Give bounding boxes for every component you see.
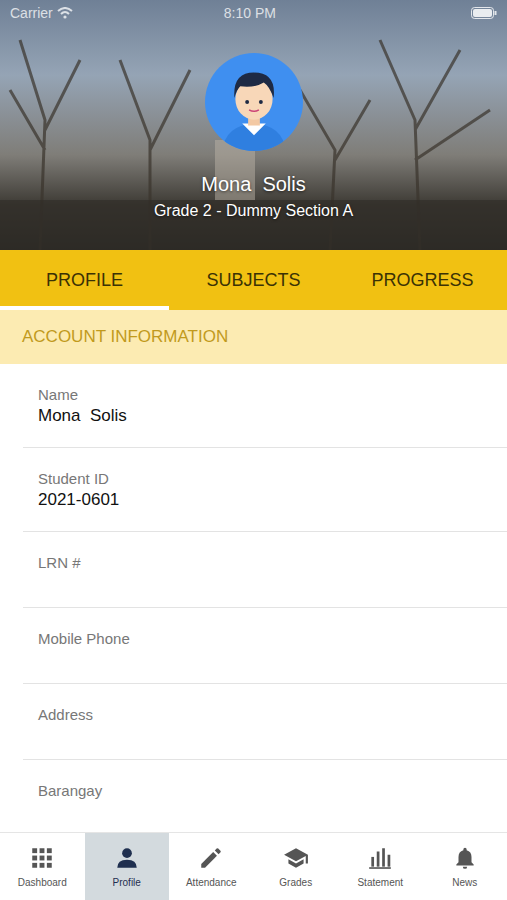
time-label: 8:10 PM <box>224 5 276 21</box>
field-row: Mobile Phone <box>23 608 507 684</box>
nav-item[interactable]: Profile <box>85 833 170 900</box>
tab[interactable]: PROGRESS <box>338 250 507 310</box>
nav-item[interactable]: News <box>423 833 507 900</box>
field-label: LRN # <box>38 553 507 573</box>
avatar-icon <box>205 53 303 151</box>
profile-content: ACCOUNT INFORMATIONNameMona SolisStudent… <box>0 310 507 832</box>
nav-item[interactable]: Attendance <box>169 833 254 900</box>
student-name: Mona Solis <box>201 173 306 196</box>
nav-item[interactable]: Statement <box>338 833 423 900</box>
battery-icon <box>471 7 497 19</box>
bar-chart-icon <box>367 845 393 871</box>
field-value: 2021-0601 <box>38 489 507 511</box>
field-label: Student ID <box>38 469 507 489</box>
graduation-cap-icon <box>283 845 309 871</box>
bell-icon <box>452 845 478 871</box>
nav-label: Grades <box>279 877 312 888</box>
carrier-label: Carrier <box>10 5 53 21</box>
wifi-icon <box>57 7 73 19</box>
field-row: NameMona Solis <box>23 364 507 448</box>
field-label: Barangay <box>38 781 507 801</box>
field-row: Student ID2021-0601 <box>23 448 507 532</box>
nav-item[interactable]: Grades <box>254 833 339 900</box>
section-header: ACCOUNT INFORMATION <box>0 310 507 364</box>
nav-label: Attendance <box>186 877 237 888</box>
field-label: Mobile Phone <box>38 629 507 649</box>
field-label: Name <box>38 385 507 405</box>
profile-header: Carrier 8:10 PM Mona Solis Grade 2 - Dummy … <box>0 0 507 250</box>
nav-label: News <box>452 877 477 888</box>
field-row: LRN # <box>23 532 507 608</box>
student-section: Grade 2 - Dummy Section A <box>154 202 353 220</box>
nav-label: Dashboard <box>18 877 67 888</box>
field-label: Address <box>38 705 507 725</box>
tab-bar: PROFILESUBJECTSPROGRESS <box>0 250 507 310</box>
tab[interactable]: SUBJECTS <box>169 250 338 310</box>
person-icon <box>114 845 140 871</box>
pencil-icon <box>198 845 224 871</box>
nav-label: Statement <box>357 877 403 888</box>
field-row: Address <box>23 684 507 760</box>
status-bar: Carrier 8:10 PM <box>0 0 507 26</box>
field-value: Mona Solis <box>38 405 507 427</box>
bottom-nav: Dashboard Profile Attendance Grades Statemen… <box>0 832 507 900</box>
field-row: Barangay <box>23 760 507 832</box>
nav-label: Profile <box>113 877 141 888</box>
nav-item[interactable]: Dashboard <box>0 833 85 900</box>
grid-icon <box>29 845 55 871</box>
tab[interactable]: PROFILE <box>0 250 169 310</box>
